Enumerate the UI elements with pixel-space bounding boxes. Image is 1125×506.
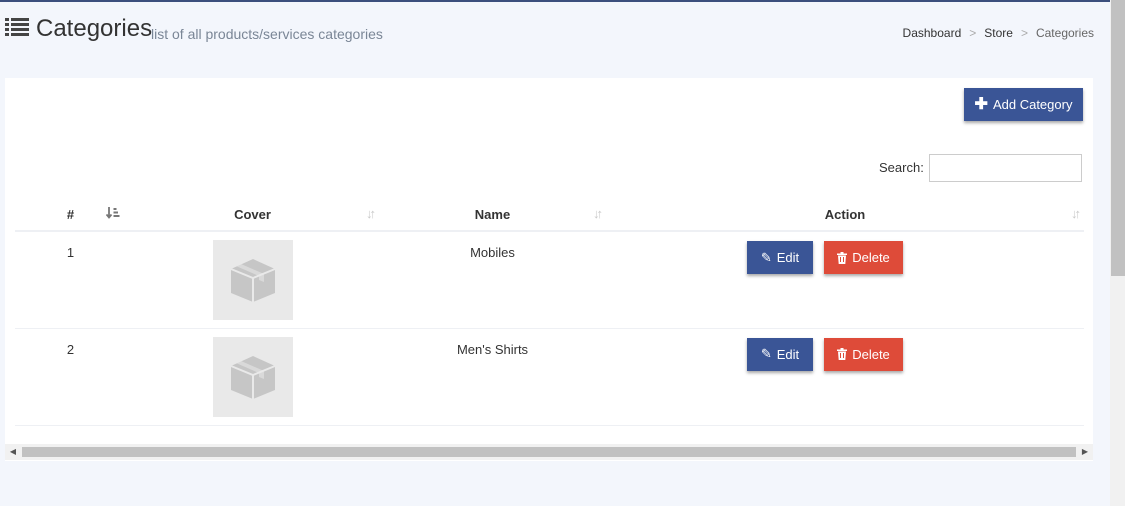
category-name: Men's Shirts [379,328,606,426]
edit-button[interactable]: ✎ Edit [747,241,813,274]
breadcrumb-categories: Categories [1035,26,1094,40]
cover-image [212,336,293,417]
edit-label: Edit [776,250,800,265]
breadcrumb: Dashboard > Store > Categories [903,26,1094,40]
table-header-row: # Cover ↓↑ Name ↓↑ Action ↓↑ [15,198,1084,232]
breadcrumb-separator: > [1020,26,1028,40]
trash-icon [837,348,848,360]
breadcrumb-separator: > [969,26,977,40]
column-header-name[interactable]: Name ↓↑ [379,198,606,232]
sort-ascending-icon [105,206,120,223]
search-label: Search: [879,160,924,175]
plus-icon: ✚ [974,95,988,113]
horizontal-scrollbar[interactable]: ◀ ▶ [5,444,1093,460]
scrollbar-thumb[interactable] [22,447,1076,457]
table-row: 2 Men's Shirts ✎ Edit Delete [15,328,1084,426]
page-header: Categories list of all products/services… [0,10,1100,50]
sort-icon: ↓↑ [593,206,603,221]
cover-cell [126,328,379,426]
edit-button[interactable]: ✎ Edit [747,337,813,371]
scroll-left-arrow-icon[interactable]: ◀ [8,447,18,457]
row-number: 1 [15,231,126,329]
page-title: Categories [36,15,153,42]
add-category-button[interactable]: ✚ Add Category [964,88,1083,121]
scrollbar-thumb[interactable] [1111,0,1125,276]
cover-image [212,240,293,320]
breadcrumb-dashboard[interactable]: Dashboard [903,26,962,40]
action-cell: ✎ Edit Delete [606,231,1084,329]
table-row: 1 Mobiles ✎ Edit Delete [15,231,1084,329]
categories-panel: ✚ Add Category Search: # Cover ↓↑ Name ↓… [5,78,1093,461]
list-icon [5,18,29,36]
search-input[interactable] [929,154,1082,182]
pencil-icon: ✎ [760,249,772,265]
delete-label: Delete [852,250,890,265]
trash-icon [837,251,848,264]
delete-button[interactable]: Delete [824,337,903,371]
category-name: Mobiles [379,231,606,329]
delete-label: Delete [852,346,890,362]
scroll-right-arrow-icon[interactable]: ▶ [1080,447,1090,457]
page-subtitle: list of all products/services categories [151,26,383,42]
edit-label: Edit [776,346,800,362]
delete-button[interactable]: Delete [824,241,903,274]
action-cell: ✎ Edit Delete [606,328,1084,426]
box-icon [230,355,275,399]
top-border [0,0,1110,2]
column-header-number[interactable]: # [15,198,126,232]
categories-table: # Cover ↓↑ Name ↓↑ Action ↓↑ 1 Mobiles ✎… [15,198,1084,426]
sort-icon: ↓↑ [1071,206,1081,221]
pencil-icon: ✎ [760,346,772,361]
column-header-cover[interactable]: Cover ↓↑ [126,198,379,232]
sort-icon: ↓↑ [366,206,376,221]
column-header-action[interactable]: Action ↓↑ [606,198,1084,232]
vertical-scrollbar[interactable] [1110,0,1125,506]
box-icon [230,259,275,302]
add-category-label: Add Category [992,97,1073,112]
breadcrumb-store[interactable]: Store [984,26,1013,40]
row-number: 2 [15,328,126,426]
cover-cell [126,231,379,329]
